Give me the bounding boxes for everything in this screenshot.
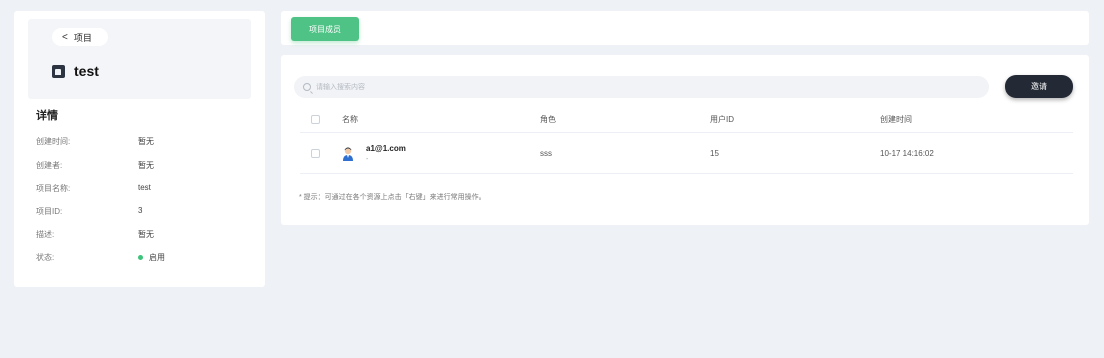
detail-key: 创建者:: [36, 161, 63, 170]
member-user-id: 15: [710, 149, 719, 158]
search-icon: [303, 83, 311, 91]
column-header-role[interactable]: 角色: [540, 114, 710, 125]
search-placeholder: 请输入搜索内容: [316, 84, 365, 91]
select-all-checkbox[interactable]: [311, 115, 320, 124]
detail-value: 暂无: [138, 137, 154, 146]
detail-key: 状态:: [36, 253, 55, 262]
members-card: 请输入搜索内容 邀请 名称 角色 用户ID 创建时间 a1@1.com - ss…: [281, 55, 1089, 225]
member-name-cell: a1@1.com -: [342, 144, 540, 163]
detail-row-status: 状态: 启用: [36, 252, 165, 263]
column-header-name[interactable]: 名称: [342, 114, 540, 125]
status-dot-icon: [138, 255, 143, 261]
column-header-user-id[interactable]: 用户ID: [710, 114, 880, 125]
detail-key: 项目名称:: [36, 184, 71, 193]
detail-value: test: [138, 183, 151, 192]
status-value: 启用: [138, 252, 165, 263]
back-to-projects-button[interactable]: < 项目: [52, 28, 108, 46]
detail-value: 3: [138, 206, 143, 215]
table-row[interactable]: a1@1.com - sss 15 10-17 14:16:02: [300, 134, 1073, 174]
detail-key: 创建时间:: [36, 137, 71, 146]
status-text: 启用: [149, 253, 165, 262]
chevron-left-icon: <: [62, 31, 68, 43]
member-email: a1@1.com: [366, 144, 406, 153]
details-heading: 详情: [36, 110, 58, 122]
detail-value: 暂无: [138, 161, 154, 170]
project-icon: [52, 64, 65, 78]
invite-button[interactable]: 邀请: [1005, 75, 1073, 98]
project-header: < 项目 test: [28, 19, 251, 99]
member-role: sss: [540, 149, 552, 158]
project-name: test: [74, 63, 99, 79]
member-info: a1@1.com -: [366, 144, 406, 163]
row-checkbox[interactable]: [311, 149, 320, 158]
back-label: 项目: [73, 32, 92, 43]
detail-row-creator: 创建者: 暂无: [36, 160, 154, 171]
member-subtext: -: [366, 156, 369, 163]
detail-row-project-name: 项目名称: test: [36, 183, 151, 194]
detail-value: 暂无: [138, 230, 154, 239]
detail-key: 项目ID:: [36, 207, 63, 216]
detail-row-description: 描述: 暂无: [36, 229, 154, 240]
tab-bar: 项目成员: [281, 11, 1089, 45]
member-created-time: 10-17 14:16:02: [880, 149, 934, 158]
tab-project-members[interactable]: 项目成员: [291, 17, 359, 41]
detail-key: 描述:: [36, 230, 55, 239]
project-detail-panel: < 项目 test 详情 创建时间: 暂无 创建者: 暂无 项目名称: test…: [14, 11, 265, 287]
detail-row-created-time: 创建时间: 暂无: [36, 136, 154, 147]
detail-row-project-id: 项目ID: 3: [36, 206, 142, 217]
column-header-created-time[interactable]: 创建时间: [880, 114, 1073, 125]
user-avatar-icon: [343, 146, 353, 161]
table-header: 名称 角色 用户ID 创建时间: [300, 107, 1073, 133]
project-title: test: [52, 63, 99, 79]
search-input[interactable]: 请输入搜索内容: [294, 76, 989, 98]
usage-hint: * 提示：可通过在各个资源上点击「右键」来进行常用操作。: [299, 194, 486, 201]
